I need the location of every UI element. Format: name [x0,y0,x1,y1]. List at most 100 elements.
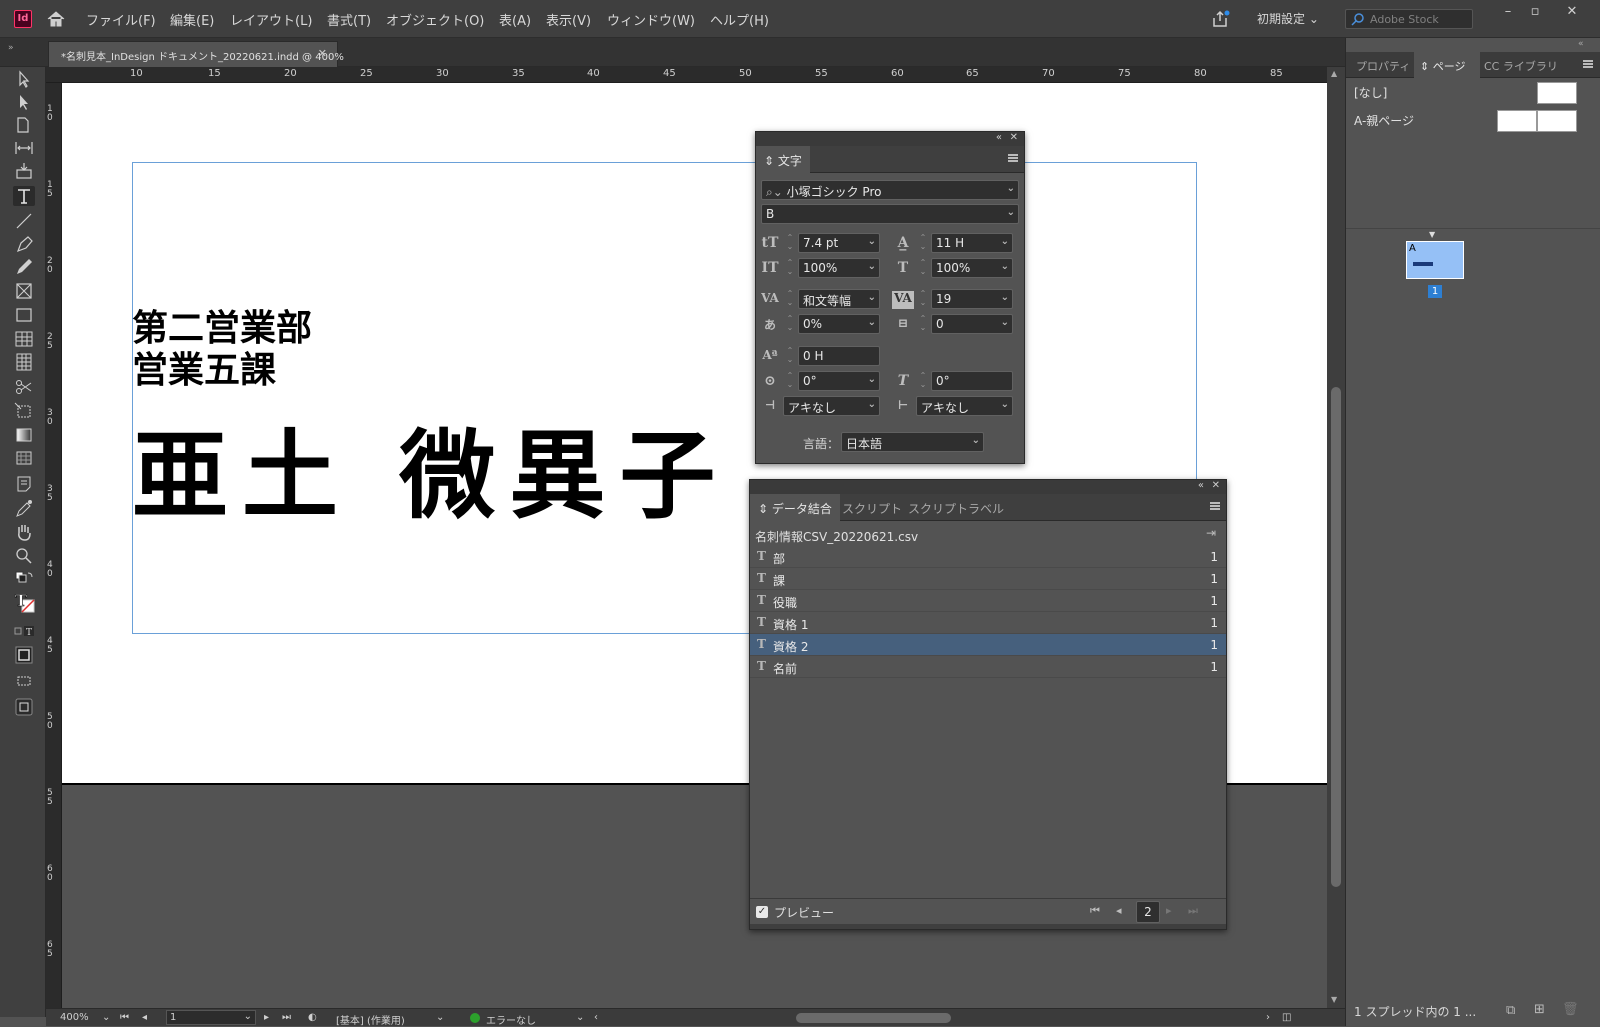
type-tool-icon[interactable] [13,186,35,206]
scroll-up-icon[interactable]: ▲ [1331,69,1337,78]
horizontal-scrollbar-thumb[interactable] [796,1013,951,1023]
vertical-scale-stepper[interactable]: ⌃ ⌄ [783,258,797,278]
chevron-down-icon[interactable]: ⌄ [868,374,876,385]
menu-edit[interactable]: 編集(E) [170,10,214,29]
menu-help[interactable]: ヘルプ(H) [710,10,769,29]
close-window-icon[interactable]: ✕ [1559,4,1585,22]
kerning-field[interactable]: 和文等幅 ⌄ [798,289,880,309]
chevron-down-icon[interactable]: ⌄ [1001,399,1009,410]
font-style-field[interactable]: B ⌄ [761,204,1019,224]
character-rotation-stepper[interactable]: ⌃ ⌄ [783,371,797,391]
panel-menu-icon[interactable] [1583,60,1593,68]
default-colors-icon[interactable] [13,569,35,589]
page-number-badge[interactable]: 1 [1428,285,1442,298]
menu-view[interactable]: 表示(V) [546,10,591,29]
master-none[interactable]: [なし] [1354,84,1387,101]
line-tool-icon[interactable] [13,211,35,231]
preview-checkbox[interactable]: ✓ [756,906,768,918]
menu-type[interactable]: 書式(T) [327,10,371,29]
chevron-down-icon[interactable]: ⌄ [868,399,876,410]
panel-resize-grip[interactable] [750,924,1226,929]
grid-count-field[interactable]: 0 ⌄ [931,314,1013,334]
view-mode-normal-icon[interactable] [13,645,35,665]
delete-page-icon[interactable]: 🗑 [1562,1002,1579,1017]
horizontal-scale-stepper[interactable]: ⌃ ⌄ [916,258,930,278]
collapse-panel-icon[interactable]: « [1198,480,1204,491]
last-record-icon[interactable]: ⏭ [1188,904,1198,918]
collapse-dock-icon[interactable]: « [1578,39,1584,49]
tab-scripts[interactable]: スクリプト [834,494,910,521]
home-icon[interactable] [46,9,66,29]
chevron-down-icon[interactable]: ⌄ [1007,183,1015,194]
preflight-errors[interactable]: エラーなし [486,1012,536,1027]
record-number-field[interactable]: 2 [1136,901,1160,923]
collapse-panel-icon[interactable]: « [996,132,1002,143]
update-data-source-icon[interactable]: ⇥ [1206,526,1216,540]
aki-after-field[interactable]: アキなし ⌄ [916,396,1013,416]
first-page-icon[interactable]: ⏮ [120,1012,129,1023]
horizontal-ruler[interactable]: 10 15 20 25 30 35 40 45 50 55 60 65 70 7… [46,67,1327,83]
content-collector-icon[interactable] [13,161,35,181]
share-icon[interactable] [1210,9,1230,29]
zoom-tool-icon[interactable] [13,546,35,566]
next-record-icon[interactable]: ▸ [1166,904,1172,917]
rectangle-frame-tool-icon[interactable] [13,281,35,301]
department-text[interactable]: 第二営業部 営業五課 [132,307,312,391]
panel-menu-icon[interactable] [1210,502,1220,510]
menu-file[interactable]: ファイル(F) [86,10,156,29]
previous-page-icon[interactable]: ◂ [142,1012,147,1023]
menu-layout[interactable]: レイアウト(L) [230,10,312,29]
chevron-down-icon[interactable]: ⌄ [1001,236,1009,247]
tsume-stepper[interactable]: ⌃ ⌄ [783,314,797,334]
tab-data-merge[interactable]: ⇕ データ結合 [750,494,840,521]
master-a-left-thumbnail[interactable] [1497,110,1537,132]
character-rotation-field[interactable]: 0° ⌄ [798,371,880,391]
gradient-tool-icon[interactable] [13,425,35,445]
tsume-field[interactable]: 0% ⌄ [798,314,880,334]
vertical-ruler[interactable]: 10 15 20 25 30 35 40 45 50 55 60 65 [46,83,62,1008]
close-panel-icon[interactable]: ✕ [1010,132,1018,143]
page-number-field[interactable]: 1 ⌄ [166,1010,256,1025]
tab-character[interactable]: ⇕ 文字 [756,146,810,173]
page-tool-icon[interactable] [13,115,35,135]
pencil-tool-icon[interactable] [13,257,35,277]
first-record-icon[interactable]: ⏮ [1090,904,1100,918]
vertical-scale-field[interactable]: 100% ⌄ [798,258,880,278]
gap-tool-icon[interactable] [13,138,35,158]
grid-tool-icon[interactable] [13,352,35,372]
font-size-field[interactable]: 7.4 pt ⌄ [798,233,880,253]
tab-cc-libraries[interactable]: CC ライブラリ [1484,58,1558,74]
scrollbar-thumb[interactable] [1331,387,1341,887]
chevron-down-icon[interactable]: ⌄ [868,317,876,328]
next-page-icon[interactable]: ▸ [264,1012,269,1023]
last-page-icon[interactable]: ⏭ [282,1012,291,1023]
horizontal-scale-field[interactable]: 100% ⌄ [931,258,1013,278]
chevron-down-icon[interactable]: ⌄ [1001,261,1009,272]
master-a[interactable]: A-親ページ [1354,112,1414,129]
tab-properties[interactable]: プロパティ [1356,58,1410,74]
scroll-down-icon[interactable]: ▼ [1331,995,1337,1004]
chevron-down-icon[interactable]: ⌄ [1001,292,1009,303]
chevron-down-icon[interactable]: ⌄ [1007,207,1015,218]
rectangle-tool-icon[interactable] [13,305,35,325]
eyedropper-tool-icon[interactable] [13,498,35,518]
skew-stepper[interactable]: ⌃ ⌄ [916,371,930,391]
grid-count-stepper[interactable]: ⌃ ⌄ [916,314,930,334]
zoom-level[interactable]: 400% [60,1012,89,1023]
chevron-down-icon[interactable]: ⌄ [1001,317,1009,328]
chevron-down-icon[interactable]: ⌄ [436,1012,444,1023]
tracking-stepper[interactable]: ⌃ ⌄ [916,289,930,309]
open-document-icon[interactable]: ◐ [308,1012,317,1023]
field-row[interactable]: T 名前 1 [750,656,1226,678]
font-size-stepper[interactable]: ⌃ ⌄ [783,233,797,253]
panel-titlebar[interactable]: « ✕ [750,480,1226,494]
person-name-text[interactable]: 亜土 微異子 [132,398,729,537]
selection-tool-icon[interactable] [13,69,35,89]
page-1-thumbnail[interactable]: A [1406,241,1464,279]
baseline-shift-stepper[interactable]: ⌃ ⌄ [783,346,797,366]
menu-table[interactable]: 表(A) [499,10,531,29]
close-panel-icon[interactable]: ✕ [1212,480,1220,491]
font-family-field[interactable]: ⌕⌄ 小塚ゴシック Pro ⌄ [761,180,1019,200]
chevron-down-icon[interactable]: ⌄ [972,435,980,446]
fill-stroke-swatch[interactable]: T [13,589,35,617]
